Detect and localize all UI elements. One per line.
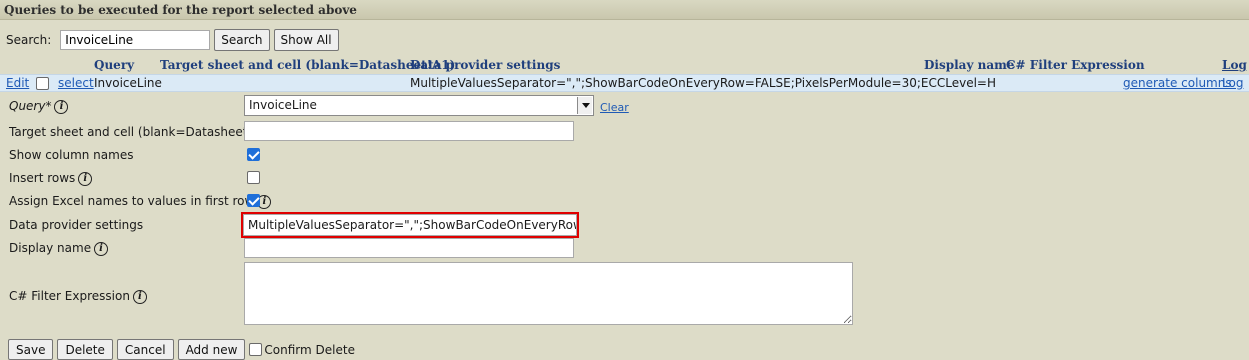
column-header-data-provider[interactable]: Data provider settings <box>410 58 560 72</box>
query-select-value: InvoiceLine <box>249 98 317 112</box>
query-label-text: Query* <box>9 99 52 113</box>
search-label: Search: <box>6 33 52 47</box>
confirm-delete-checkbox[interactable] <box>249 343 263 356</box>
info-icon[interactable]: i <box>54 99 69 114</box>
display-name-label: Display name <box>9 241 92 255</box>
row-data-provider: MultipleValuesSeparator=",";ShowBarCodeO… <box>410 76 997 90</box>
data-provider-input[interactable]: MultipleValuesSeparator=",";ShowBarCodeO… <box>241 212 579 238</box>
chevron-down-icon[interactable] <box>577 97 592 114</box>
show-column-names-label: Show column names <box>9 148 134 162</box>
search-input[interactable] <box>60 30 211 50</box>
table-row: Edit select InvoiceLine MultipleValuesSe… <box>0 74 1249 92</box>
info-icon[interactable]: i <box>132 289 147 304</box>
search-bar: Search: Search Show All <box>6 29 343 51</box>
save-button[interactable]: Save <box>8 339 54 360</box>
row-query: InvoiceLine <box>94 76 162 90</box>
confirm-delete-label: Confirm Delete <box>264 342 355 357</box>
assign-excel-names-label: Assign Excel names to values in first ro… <box>9 194 255 208</box>
row-select-checkbox[interactable] <box>36 77 49 90</box>
info-icon[interactable]: i <box>94 241 109 256</box>
filter-field-label: C# Filter Expression i <box>9 289 147 304</box>
search-button[interactable]: Search <box>214 29 270 51</box>
query-select[interactable]: InvoiceLine <box>244 95 594 116</box>
grid-header: Query Target sheet and cell (blank=Datas… <box>0 57 1249 74</box>
query-field-label: Query* i <box>9 99 69 114</box>
form-actions: Save Delete Cancel Add new Confirm Delet… <box>8 339 355 360</box>
filter-label: C# Filter Expression <box>9 289 130 303</box>
insert-rows-checkbox[interactable] <box>247 171 260 184</box>
insert-rows-field-label: Insert rows i <box>9 171 93 186</box>
target-input[interactable] <box>244 121 574 141</box>
generate-columns-link[interactable]: generate columns <box>1123 76 1232 90</box>
delete-button[interactable]: Delete <box>57 339 113 360</box>
edit-link[interactable]: Edit <box>6 76 29 90</box>
display-name-input[interactable] <box>244 238 574 258</box>
cancel-button[interactable]: Cancel <box>116 339 174 360</box>
row-log-link[interactable]: Log <box>1222 76 1243 90</box>
column-header-filter[interactable]: C# Filter Expression <box>1006 58 1145 72</box>
column-header-query[interactable]: Query <box>94 58 134 72</box>
assign-excel-names-checkbox[interactable] <box>247 194 260 207</box>
target-label: Target sheet and cell (blank=Datasheet!A… <box>9 125 273 139</box>
column-header-log[interactable]: Log <box>1222 58 1247 72</box>
show-column-names-checkbox[interactable] <box>247 148 260 161</box>
select-link[interactable]: select <box>58 76 94 90</box>
add-new-button[interactable]: Add new <box>177 339 246 360</box>
clear-link[interactable]: Clear <box>600 101 629 114</box>
column-header-display-name[interactable]: Display name <box>924 58 1014 72</box>
assign-excel-names-field-label: Assign Excel names to values in first ro… <box>9 194 272 209</box>
info-icon[interactable]: i <box>78 171 93 186</box>
display-name-field-label: Display name i <box>9 241 109 256</box>
insert-rows-label: Insert rows <box>9 171 76 185</box>
filter-expression-textarea[interactable] <box>244 262 853 325</box>
show-all-button[interactable]: Show All <box>273 29 339 51</box>
data-provider-label: Data provider settings <box>9 218 144 232</box>
section-title: Queries to be executed for the report se… <box>0 0 1249 20</box>
